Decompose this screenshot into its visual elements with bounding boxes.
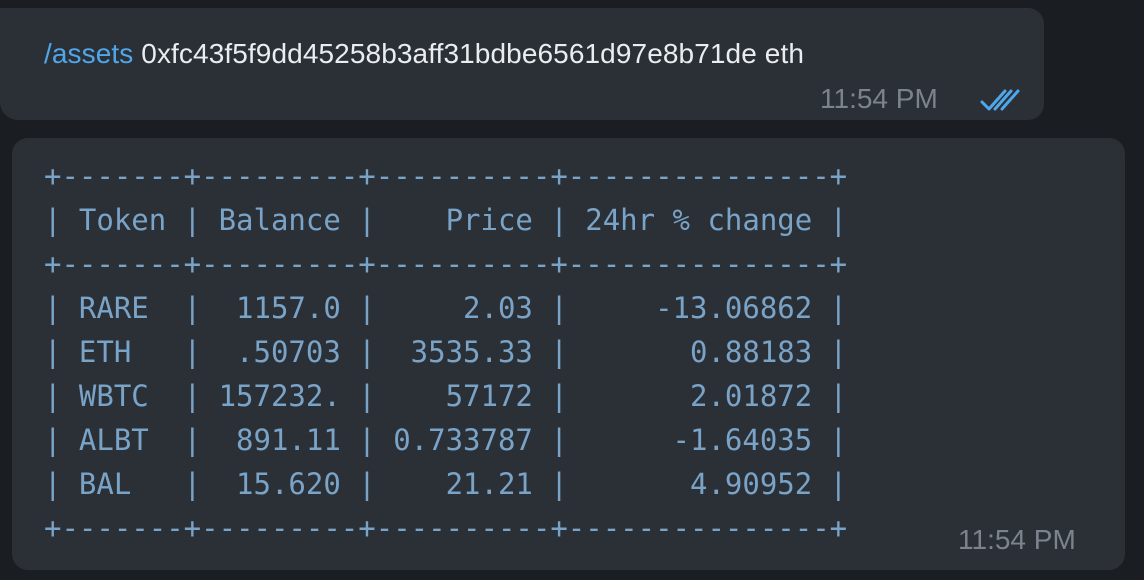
command-link[interactable]: /assets bbox=[44, 38, 133, 69]
table-row: | RARE | 1157.0 | 2.03 | -13.06862 | bbox=[44, 291, 848, 325]
table-border-header: +-------+---------+----------+----------… bbox=[44, 247, 848, 281]
chat-view: /assets 0xfc43f5f9dd45258b3aff31bdbe6561… bbox=[0, 0, 1144, 580]
table-row: | WBTC | 157232. | 57172 | 2.01872 | bbox=[44, 379, 848, 413]
table-header-row: | Token | Balance | Price | 24hr % chang… bbox=[44, 203, 848, 237]
double-check-icon bbox=[980, 89, 1020, 111]
table-border-top: +-------+---------+----------+----------… bbox=[44, 159, 848, 193]
table-border-bottom: +-------+---------+----------+----------… bbox=[44, 511, 848, 545]
table-row: | ALBT | 891.11 | 0.733787 | -1.64035 | bbox=[44, 423, 848, 457]
table-row: | BAL | 15.620 | 21.21 | 4.90952 | bbox=[44, 467, 848, 501]
message-timestamp: 11:54 PM bbox=[820, 83, 938, 114]
command-argument: 0xfc43f5f9dd45258b3aff31bdbe6561d97e8b71… bbox=[133, 38, 805, 69]
table-row: | ETH | .50703 | 3535.33 | 0.88183 | bbox=[44, 335, 848, 369]
message-text: /assets 0xfc43f5f9dd45258b3aff31bdbe6561… bbox=[44, 36, 804, 72]
assets-table: +-------+---------+----------+----------… bbox=[44, 154, 847, 550]
message-timestamp: 11:54 PM bbox=[958, 524, 1076, 555]
outgoing-message-bubble[interactable]: /assets 0xfc43f5f9dd45258b3aff31bdbe6561… bbox=[0, 8, 1044, 120]
